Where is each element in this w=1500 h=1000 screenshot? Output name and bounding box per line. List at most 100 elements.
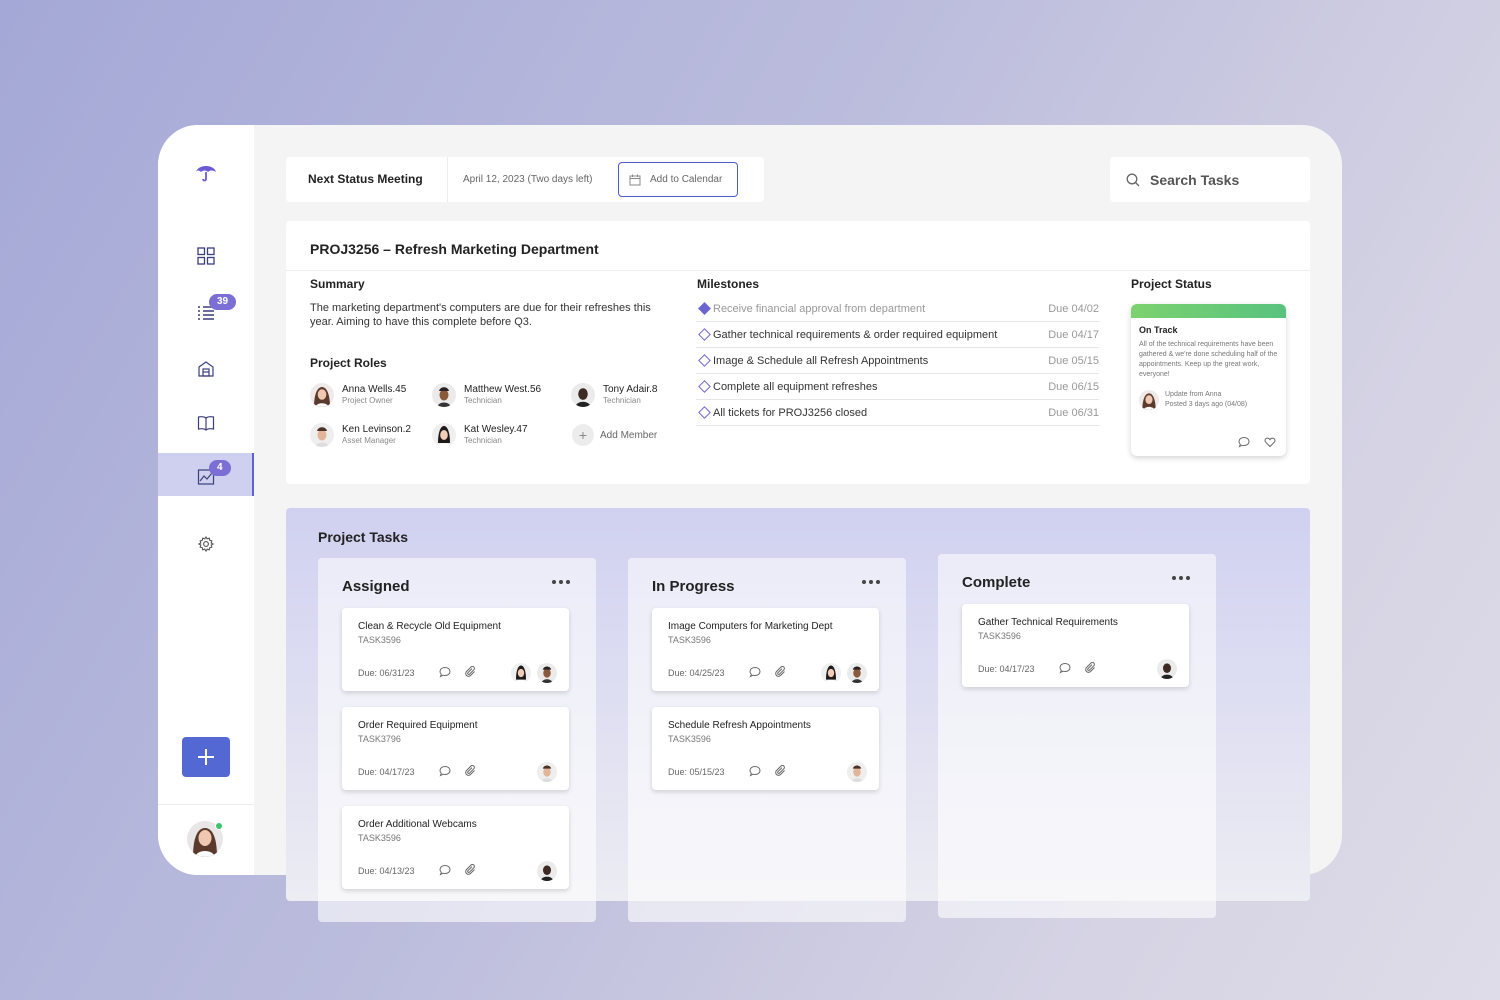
task-name: Image Computers for Marketing Dept [668,621,833,632]
role-name: Ken Levinson.2 [342,424,411,435]
task-due: Due: 06/31/23 [358,668,415,678]
attachment-icon[interactable] [775,765,787,777]
add-member-label: Add Member [600,429,658,441]
column-in-progress: In Progress Image Computers for Marketin… [628,558,906,922]
column-title: Complete [962,574,1031,591]
column-assigned: Assigned Clean & Recycle Old Equipment T… [318,558,596,922]
avatar [821,663,841,683]
task-actions [439,666,477,678]
role-member[interactable]: Matthew West.56 Technician [432,383,541,407]
task-card[interactable]: Schedule Refresh Appointments TASK3596 D… [652,707,879,790]
role-member[interactable]: Tony Adair.8 Technician [571,383,657,407]
avatar [1157,659,1177,679]
task-assignees [1157,659,1177,679]
role-title: Project Owner [342,396,393,405]
attachment-icon[interactable] [1085,662,1097,674]
status-author-name: Update from Anna [1165,391,1222,398]
task-id: TASK3596 [668,635,711,645]
summary-heading: Summary [310,277,365,291]
task-card[interactable]: Gather Technical Requirements TASK3596 D… [962,604,1189,687]
more-options-icon[interactable] [862,580,880,584]
more-options-icon[interactable] [552,580,570,584]
avatar [432,383,456,407]
milestones-heading: Milestones [697,277,760,291]
avatar [847,762,867,782]
milestone-due: Due 05/15 [1048,354,1099,367]
search-input[interactable]: Search Tasks [1110,157,1310,202]
milestone-text: Gather technical requirements & order re… [713,328,998,341]
comment-icon[interactable] [439,666,451,678]
attachment-icon[interactable] [465,666,477,678]
project-tasks-heading: Project Tasks [318,529,409,545]
avatar [1139,390,1159,410]
comment-icon[interactable] [1059,662,1071,674]
more-options-icon[interactable] [1172,576,1190,580]
add-member-button[interactable]: + Add Member [572,424,657,446]
milestone-due: Due 06/15 [1048,380,1099,393]
avatar [537,861,557,881]
task-assignees [537,762,557,782]
task-due: Due: 04/13/23 [358,866,415,876]
task-card[interactable]: Image Computers for Marketing Dept TASK3… [652,608,879,691]
milestone-row[interactable]: All tickets for PROJ3256 closed Due 06/3… [696,400,1099,426]
role-member[interactable]: Ken Levinson.2 Asset Manager [310,423,411,447]
summary-text: The marketing department's computers are… [310,302,651,328]
task-name: Order Additional Webcams [358,819,477,830]
settings-gear-icon[interactable] [195,533,217,555]
status-actions [1238,436,1276,448]
add-new-button[interactable] [182,737,230,777]
task-card[interactable]: Clean & Recycle Old Equipment TASK3596 D… [342,608,569,691]
plus-icon [198,749,214,765]
task-id: TASK3596 [358,635,401,645]
avatar [310,423,334,447]
milestone-row[interactable]: Image & Schedule all Refresh Appointment… [696,348,1099,374]
role-member[interactable]: Kat Wesley.47 Technician [432,423,528,447]
column-title: Assigned [342,578,410,595]
dashboard-grid-icon[interactable] [195,245,217,267]
role-name: Matthew West.56 [464,384,542,395]
milestone-text: Receive financial approval from departme… [713,302,926,315]
avatar [537,762,557,782]
task-actions [439,765,477,777]
project-overview-card: PROJ3256 – Refresh Marketing Department … [286,221,1310,484]
task-assignees [537,861,557,881]
role-name: Tony Adair.8 [603,384,658,395]
milestone-due: Due 06/31 [1048,406,1099,419]
add-to-calendar-label: Add to Calendar [650,174,723,185]
comment-icon[interactable] [439,864,451,876]
book-icon[interactable] [195,412,217,434]
role-member[interactable]: Anna Wells.45 Project Owner [310,383,406,407]
task-name: Order Required Equipment [358,720,478,731]
sidebar: 39 4 [158,125,254,875]
task-card[interactable]: Order Required Equipment TASK3796 Due: 0… [342,707,569,790]
attachment-icon[interactable] [465,864,477,876]
milestone-row[interactable]: Receive financial approval from departme… [696,296,1099,322]
sidebar-divider [158,804,254,805]
milestone-pending-icon [698,354,711,367]
comment-icon[interactable] [1238,436,1250,448]
milestone-row[interactable]: Complete all equipment refreshes Due 06/… [696,374,1099,400]
task-name: Gather Technical Requirements [978,617,1118,628]
avatar [537,663,557,683]
heart-icon[interactable] [1264,436,1276,448]
task-id: TASK3596 [358,833,401,843]
task-id: TASK3596 [668,734,711,744]
building-icon[interactable] [195,358,217,380]
logo-icon[interactable] [194,160,218,184]
task-assignees [821,663,867,683]
task-due: Due: 04/17/23 [358,767,415,777]
milestone-row[interactable]: Gather technical requirements & order re… [696,322,1099,348]
task-actions [749,765,787,777]
project-status-card: On Track All of the technical requiremen… [1131,304,1286,456]
add-to-calendar-button[interactable]: Add to Calendar [618,162,738,197]
column-title: In Progress [652,578,735,595]
attachment-icon[interactable] [465,765,477,777]
task-card[interactable]: Order Additional Webcams TASK3596 Due: 0… [342,806,569,889]
avatar [432,423,456,447]
attachment-icon[interactable] [775,666,787,678]
comment-icon[interactable] [749,666,761,678]
task-assignees [511,663,557,683]
project-title: PROJ3256 – Refresh Marketing Department [310,241,599,257]
comment-icon[interactable] [749,765,761,777]
comment-icon[interactable] [439,765,451,777]
